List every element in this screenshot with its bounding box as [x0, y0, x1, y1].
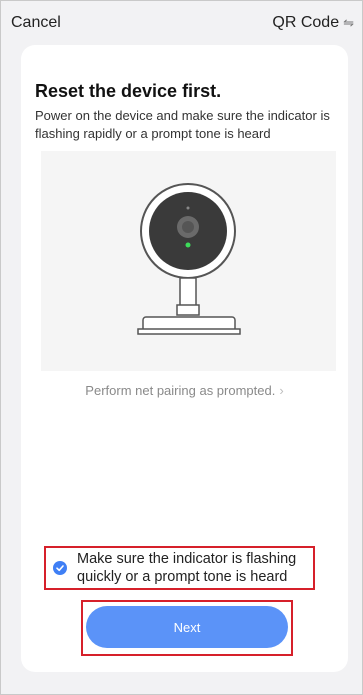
switch-arrows-icon: ⇋ — [343, 15, 354, 30]
checkbox-checked-icon[interactable] — [53, 561, 67, 575]
status-led — [185, 242, 191, 248]
page-title: Reset the device first. — [35, 81, 222, 101]
screen-frame: Cancel QR Code ⇋ Reset the device first.… — [0, 0, 363, 695]
chevron-right-icon: › — [279, 383, 284, 398]
next-button-highlight: Next — [81, 600, 293, 656]
camera-neck — [179, 277, 197, 309]
qr-code-label: QR Code — [272, 14, 340, 31]
camera-illustration — [41, 151, 336, 371]
instruction-text: Power on the device and make sure the in… — [35, 108, 330, 141]
camera-sensor — [186, 206, 190, 210]
cancel-button[interactable]: Cancel — [11, 14, 61, 32]
confirm-indicator-row[interactable]: Make sure the indicator is flashing quic… — [44, 546, 315, 590]
net-pairing-link[interactable]: Perform net pairing as prompted. › — [21, 383, 348, 398]
net-pairing-label: Perform net pairing as prompted. — [85, 383, 276, 398]
qr-code-button[interactable]: QR Code ⇋ — [272, 14, 354, 32]
checkmark-icon — [56, 565, 64, 572]
camera-lens-inner — [182, 221, 194, 233]
reset-card: Reset the device first. Power on the dev… — [21, 45, 348, 672]
camera-base-plate — [137, 328, 241, 335]
camera-joint — [176, 304, 200, 316]
next-button[interactable]: Next — [86, 606, 288, 648]
confirm-indicator-text: Make sure the indicator is flashing quic… — [77, 551, 297, 585]
top-bar: Cancel QR Code ⇋ — [1, 1, 363, 45]
